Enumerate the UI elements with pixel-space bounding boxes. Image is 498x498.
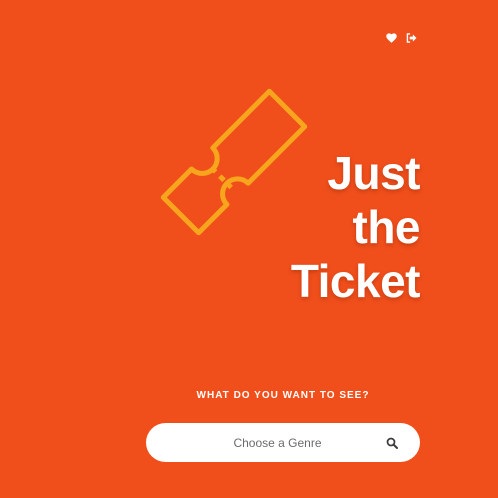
heart-icon[interactable] [385,31,398,44]
title-line: Just [327,147,420,199]
header-actions [385,31,418,44]
search-icon[interactable] [385,436,399,450]
genre-prompt: WHAT DO YOU WANT TO SEE? [196,390,370,401]
title-line: Ticket [290,255,421,307]
genre-select-placeholder: Choose a Genre [233,435,322,450]
app-title: Just the Ticket [290,146,421,308]
genre-select[interactable]: Choose a Genre [146,423,420,462]
sign-out-icon[interactable] [405,31,418,44]
title-line: the [352,201,421,253]
